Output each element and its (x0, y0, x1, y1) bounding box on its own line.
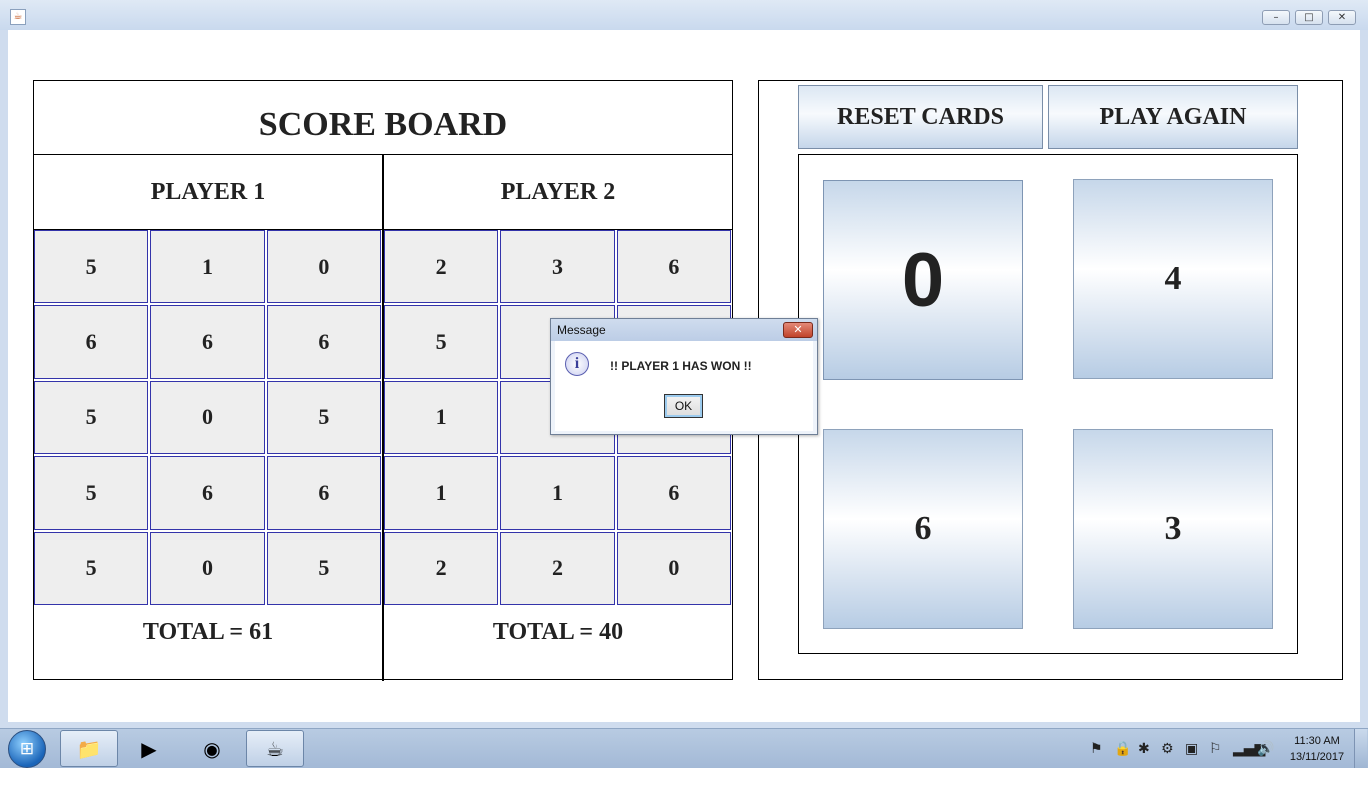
score-cell: 6 (266, 456, 381, 530)
player-1-score-grid: 5 1 0 6 6 6 5 0 5 5 6 6 5 0 5 (34, 230, 381, 605)
card-4[interactable]: 3 (1073, 429, 1273, 629)
info-icon: i (565, 352, 589, 376)
score-cell: 5 (34, 380, 149, 455)
score-cell: 0 (266, 230, 381, 304)
score-cell: 5 (34, 456, 149, 530)
file-explorer-icon[interactable]: 📁 (60, 730, 118, 767)
clock-date: 13/11/2017 (1289, 751, 1345, 763)
chrome-icon[interactable]: ◉ (183, 730, 241, 767)
score-cell: 6 (616, 456, 731, 530)
score-cell: 5 (266, 380, 381, 455)
card-2[interactable]: 4 (1073, 179, 1273, 379)
network-helper-icon[interactable]: ⚙ (1161, 741, 1174, 757)
window-left-border (0, 30, 8, 722)
play-again-button[interactable]: PLAY AGAIN (1048, 85, 1298, 149)
dialog-body: i !! PLAYER 1 HAS WON !! OK (555, 341, 813, 431)
score-cell: 6 (616, 230, 731, 304)
taskbar: ⊞ 📁 ▶ ◉ ☕ ⚑ 🔒 ✱ ⚙ ▣ ⚐ ▂▄▆ 🔊 11:30 AM 13/… (0, 728, 1368, 768)
close-window-button[interactable]: ✕ (1328, 10, 1356, 25)
score-cell: 6 (266, 305, 381, 379)
score-cell: 5 (384, 305, 499, 379)
display-icon[interactable]: ▣ (1185, 741, 1198, 757)
screen-bottom (0, 768, 1368, 802)
player-1-heading: PLAYER 1 (150, 178, 266, 205)
clock[interactable]: 11:30 AM 13/11/2017 (1282, 733, 1352, 765)
start-orb-icon[interactable]: ⊞ (8, 730, 46, 768)
score-cell: 5 (34, 230, 149, 304)
score-cell: 1 (500, 456, 615, 530)
score-cell: 0 (150, 380, 265, 455)
score-cell: 1 (150, 230, 265, 304)
flag-alert-icon[interactable]: ⚑ (1090, 741, 1103, 757)
card-3[interactable]: 6 (823, 429, 1023, 629)
message-dialog: Message ✕ i !! PLAYER 1 HAS WON !! OK (550, 318, 818, 435)
action-center-flag-icon[interactable]: ⚐ (1209, 741, 1222, 757)
media-player-icon[interactable]: ▶ (120, 730, 178, 767)
card-area: 0 4 6 3 (798, 154, 1298, 654)
maximize-button[interactable]: □ (1295, 10, 1323, 25)
score-cell: 2 (500, 531, 615, 605)
dialog-close-button[interactable]: ✕ (783, 322, 813, 338)
score-cell: 6 (150, 305, 265, 379)
reset-cards-button[interactable]: RESET CARDS (798, 85, 1043, 149)
player-2-total: TOTAL = 40 (492, 618, 624, 645)
java-app-icon[interactable]: ☕ (10, 9, 26, 25)
clock-time: 11:30 AM (1294, 735, 1340, 747)
volume-icon[interactable]: 🔊 (1257, 741, 1274, 757)
score-cell: 0 (616, 531, 731, 605)
dialog-message: !! PLAYER 1 HAS WON !! (610, 359, 752, 373)
bluetooth-icon[interactable]: ✱ (1138, 741, 1150, 757)
score-board-title: SCORE BOARD (34, 81, 732, 155)
card-1[interactable]: 0 (823, 180, 1023, 380)
minimize-button[interactable]: – (1262, 10, 1290, 25)
score-cell: 2 (384, 531, 499, 605)
dialog-title: Message (551, 319, 817, 341)
score-cell: 2 (384, 230, 499, 304)
java-app-taskbar-icon[interactable]: ☕ (246, 730, 304, 767)
score-cell: 6 (34, 305, 149, 379)
player-1-total: TOTAL = 61 (142, 618, 274, 645)
player-2-heading: PLAYER 2 (500, 178, 616, 205)
score-cell: 1 (384, 456, 499, 530)
ok-button[interactable]: OK (664, 394, 703, 418)
score-cell: 5 (266, 531, 381, 605)
window-right-border (1360, 30, 1368, 722)
score-cell: 3 (500, 230, 615, 304)
window-titlebar: ☕ – □ ✕ (0, 0, 1368, 30)
show-desktop-button[interactable] (1354, 729, 1367, 768)
score-cell: 1 (384, 380, 499, 455)
score-cell: 0 (150, 531, 265, 605)
lock-icon[interactable]: 🔒 (1114, 741, 1131, 757)
score-cell: 5 (34, 531, 149, 605)
score-cell: 6 (150, 456, 265, 530)
